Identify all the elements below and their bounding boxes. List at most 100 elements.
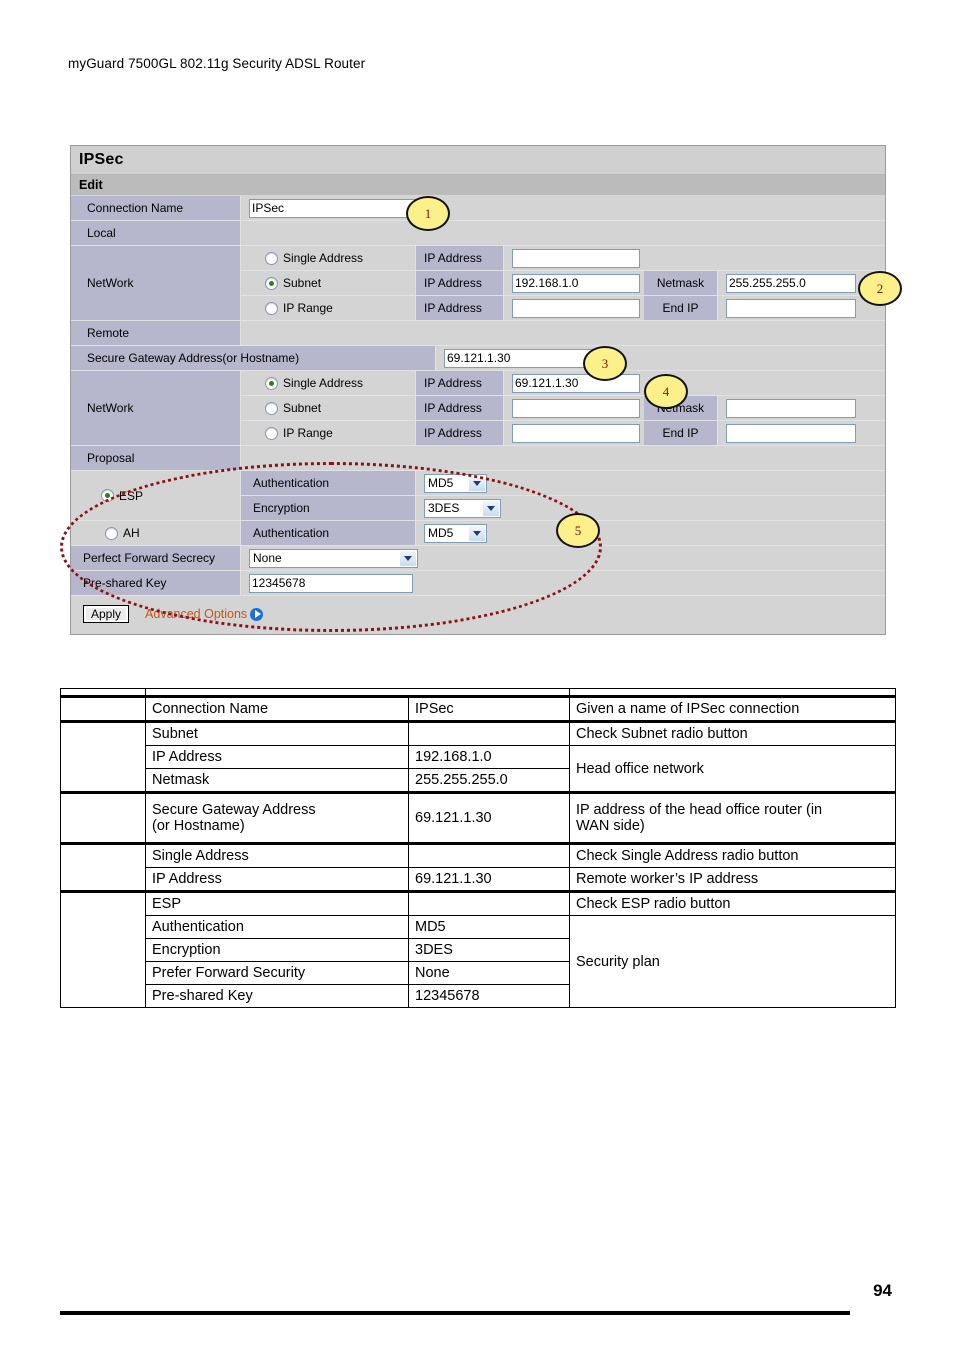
local-range-ip-input[interactable] [512,298,640,318]
psk-cell [241,571,885,595]
local-subnet-ip-input[interactable] [512,273,640,293]
cell-field: Single Address [145,842,409,868]
chevron-down-icon[interactable] [483,500,499,516]
local-subnet-label: Subnet [283,276,322,290]
footer-rule [60,1311,850,1315]
chevron-down-icon[interactable] [469,525,485,541]
cell-field: Netmask [145,768,409,793]
pfs-cell: None [241,546,885,570]
row-secure-gateway: Secure Gateway Address(or Hostname) [71,346,885,371]
cell-value: 69.121.1.30 [408,867,570,892]
esp-option[interactable]: ESP [71,471,241,520]
remote-single-address-option[interactable]: Single Address [241,371,416,395]
panel-title: IPSec [71,146,885,175]
remote-range-ip-input[interactable] [512,423,640,443]
cell-field: Subnet [145,720,409,746]
psk-input[interactable] [249,573,413,593]
remote-subnet-ip-input[interactable] [512,398,640,418]
remote-netmask-input[interactable] [726,398,856,418]
remote-netmask-cell [718,396,885,420]
radio-icon-local-ip-range[interactable] [265,301,278,315]
radio-icon-local-single-address[interactable] [265,251,278,265]
remote-range-ip-cell [504,421,644,445]
remote-spacer [241,321,885,345]
row-pre-shared-key: Pre-shared Key [71,571,885,596]
remote-subnet-option[interactable]: Subnet [241,396,416,420]
radio-icon-local-subnet[interactable] [265,276,278,290]
cell-desc [569,688,896,697]
cell-field: IP Address [145,745,409,769]
proposal-label: Proposal [71,446,241,470]
esp-auth-value: MD5 [428,476,454,490]
local-single-address-option[interactable]: Single Address [241,246,416,270]
ah-option[interactable]: AH [71,521,241,545]
connection-name-cell [241,196,885,220]
advanced-options-link[interactable]: Advanced Options [145,607,264,621]
remote-end-ip-input[interactable] [726,423,856,443]
cell-desc: Given a name of IPSec connection [569,695,896,722]
local-end-ip-input[interactable] [726,298,856,318]
local-subnet-ip-cell [504,271,644,295]
cell-value: None [408,961,570,985]
radio-icon-remote-subnet[interactable] [265,401,278,415]
row-proposal: Proposal [71,446,885,471]
cell-desc: Head office network [569,745,896,793]
remote-ip-range-option[interactable]: IP Range [241,421,416,445]
pfs-select[interactable]: None [249,548,418,568]
wan-line1: IP address of the head office router (in [576,802,823,818]
esp-encryption-select[interactable]: 3DES [424,498,501,518]
row-remote: Remote [71,321,885,346]
cell-field: Prefer Forward Security [145,961,409,985]
esp-label: ESP [119,488,144,503]
local-netmask-input[interactable] [726,273,856,293]
local-single-ip-label: IP Address [416,246,504,270]
secure-gateway-cell [436,346,885,370]
local-range-ip-label: IP Address [416,296,504,320]
local-single-ip-input[interactable] [512,248,640,268]
table-row: IP Address 69.121.1.30 Remote worker’s I… [61,867,896,892]
cell-field: Encryption [145,938,409,962]
remote-single-ip-input[interactable] [512,373,640,393]
page-number: 94 [873,1281,892,1300]
cell-value [408,720,570,746]
row-remote-ip-range: IP Range IP Address End IP [241,421,885,445]
arrow-right-circle-icon[interactable] [250,607,264,621]
row-local: Local [71,221,885,246]
connection-name-input[interactable] [249,198,419,218]
cell-field: Pre-shared Key [145,984,409,1008]
chevron-down-icon[interactable] [469,475,485,491]
page-header: myGuard 7500GL 802.11g Security ADSL Rou… [68,56,366,71]
ah-auth-label: Authentication [241,521,416,545]
local-subnet-option[interactable]: Subnet [241,271,416,295]
row-connection-name: Connection Name [71,196,885,221]
ah-auth-value: MD5 [428,526,454,540]
ah-auth-select[interactable]: MD5 [424,523,487,543]
local-end-ip-cell [718,296,885,320]
cell-group [60,720,146,793]
callout-3: 3 [583,346,627,381]
radio-icon-esp[interactable] [101,489,114,502]
row-local-single-address: Single Address IP Address [241,246,885,271]
esp-auth-select[interactable]: MD5 [424,473,487,493]
local-end-ip-label: End IP [644,296,718,320]
callout-5: 5 [556,513,600,548]
cell-value: 255.255.255.0 [408,768,570,793]
chevron-down-icon[interactable] [400,550,416,566]
secure-gateway-label: Secure Gateway Address(or Hostname) [71,346,436,370]
radio-icon-remote-single-address[interactable] [265,376,278,390]
cell-field: IP Address [145,867,409,892]
radio-icon-ah[interactable] [105,526,118,540]
radio-icon-remote-ip-range[interactable] [265,426,278,440]
cell-desc: Check Subnet radio button [569,720,896,746]
table-row: Secure Gateway Address (or Hostname) 69.… [60,791,896,844]
callout-1: 1 [406,196,450,231]
local-label: Local [71,221,241,245]
remote-end-ip-label: End IP [644,421,718,445]
table-row: Authentication MD5 Security plan [61,915,896,1008]
apply-button[interactable]: Apply [83,605,130,623]
cell-desc: Check Single Address radio button [569,842,896,868]
cell-group [60,842,146,892]
local-ip-range-option[interactable]: IP Range [241,296,416,320]
connection-name-label: Connection Name [71,196,241,220]
secure-gateway-line1: Secure Gateway Address [152,802,316,818]
